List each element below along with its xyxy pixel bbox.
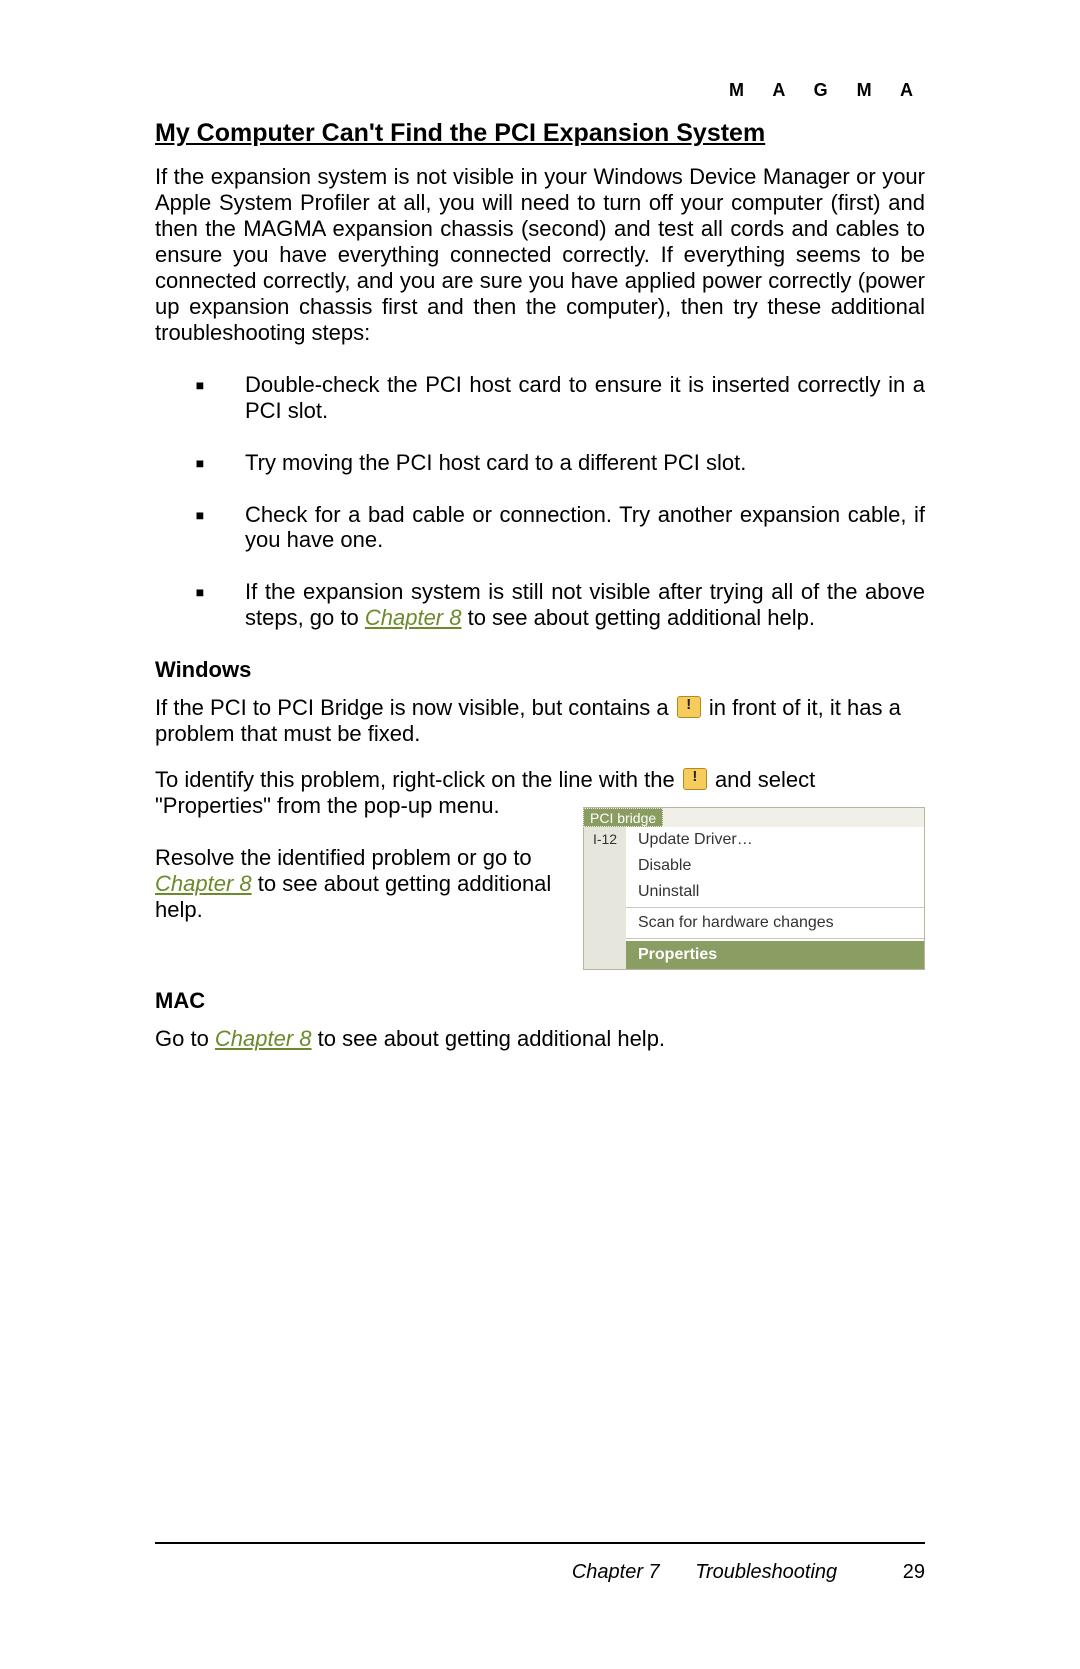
text-pre: If the PCI to PCI Bridge is now visible,… xyxy=(155,695,675,720)
page-footer: Chapter 7 Troubleshooting 29 xyxy=(155,1561,925,1584)
troubleshooting-list: ■ Double-check the PCI host card to ensu… xyxy=(155,372,925,632)
text-pre: To identify this problem, right-click on… xyxy=(155,767,681,792)
menu-separator xyxy=(626,938,924,939)
text-pre: Resolve the identified problem or go to xyxy=(155,845,532,870)
chapter-8-link[interactable]: Chapter 8 xyxy=(155,871,252,896)
list-item: ■ Check for a bad cable or connection. T… xyxy=(155,502,925,554)
intro-paragraph: If the expansion system is not visible i… xyxy=(155,164,925,346)
context-menu-items: Update Driver… Disable Uninstall Scan fo… xyxy=(626,827,924,969)
bullet-icon: ■ xyxy=(155,372,245,424)
list-item: ■ Try moving the PCI host card to a diff… xyxy=(155,450,925,476)
text-pre: Go to xyxy=(155,1026,215,1051)
bullet-icon: ■ xyxy=(155,579,245,631)
bullet-icon: ■ xyxy=(155,450,245,476)
footer-chapter: Chapter 7 xyxy=(572,1561,660,1583)
brand-header: M A G M A xyxy=(155,80,925,101)
menu-item-uninstall[interactable]: Uninstall xyxy=(626,879,924,905)
resolve-row: Resolve the identified problem or go to … xyxy=(155,819,925,970)
list-item-text: Check for a bad cable or connection. Try… xyxy=(245,502,925,554)
warning-exclamation-icon xyxy=(677,696,701,718)
chapter-8-link[interactable]: Chapter 8 xyxy=(365,605,462,630)
tree-sibling-label: I-12 xyxy=(584,827,626,969)
windows-subheading: Windows xyxy=(155,657,925,683)
list-item-text-post: to see about getting additional help. xyxy=(461,605,815,630)
footer-page-number: 29 xyxy=(903,1561,925,1583)
menu-item-scan-hardware[interactable]: Scan for hardware changes xyxy=(626,910,924,936)
selected-tree-node: PCI bridge xyxy=(583,808,663,827)
menu-item-disable[interactable]: Disable xyxy=(626,853,924,879)
list-item-text: Try moving the PCI host card to a differ… xyxy=(245,450,925,476)
footer-section: Troubleshooting xyxy=(695,1561,837,1583)
warning-exclamation-icon xyxy=(683,768,707,790)
list-item: ■ If the expansion system is still not v… xyxy=(155,579,925,631)
context-menu-body: I-12 Update Driver… Disable Uninstall Sc… xyxy=(584,827,924,969)
section-title: My Computer Can't Find the PCI Expansion… xyxy=(155,119,925,148)
windows-paragraph-1: If the PCI to PCI Bridge is now visible,… xyxy=(155,695,925,747)
document-page: M A G M A My Computer Can't Find the PCI… xyxy=(0,0,1080,1669)
list-item-text: Double-check the PCI host card to ensure… xyxy=(245,372,925,424)
mac-paragraph: Go to Chapter 8 to see about getting add… xyxy=(155,1026,925,1052)
menu-item-properties[interactable]: Properties xyxy=(626,941,924,969)
bullet-icon: ■ xyxy=(155,502,245,554)
menu-separator xyxy=(626,907,924,908)
chapter-8-link[interactable]: Chapter 8 xyxy=(215,1026,312,1051)
tree-node-row: PCI bridge xyxy=(584,808,924,827)
list-item-text: If the expansion system is still not vis… xyxy=(245,579,925,631)
mac-subheading: MAC xyxy=(155,988,925,1014)
windows-paragraph-3: Resolve the identified problem or go to … xyxy=(155,819,567,923)
menu-item-update-driver[interactable]: Update Driver… xyxy=(626,827,924,853)
list-item: ■ Double-check the PCI host card to ensu… xyxy=(155,372,925,424)
text-post: to see about getting additional help. xyxy=(312,1026,666,1051)
context-menu-screenshot: PCI bridge I-12 Update Driver… Disable U… xyxy=(583,807,925,970)
footer-rule xyxy=(155,1542,925,1544)
